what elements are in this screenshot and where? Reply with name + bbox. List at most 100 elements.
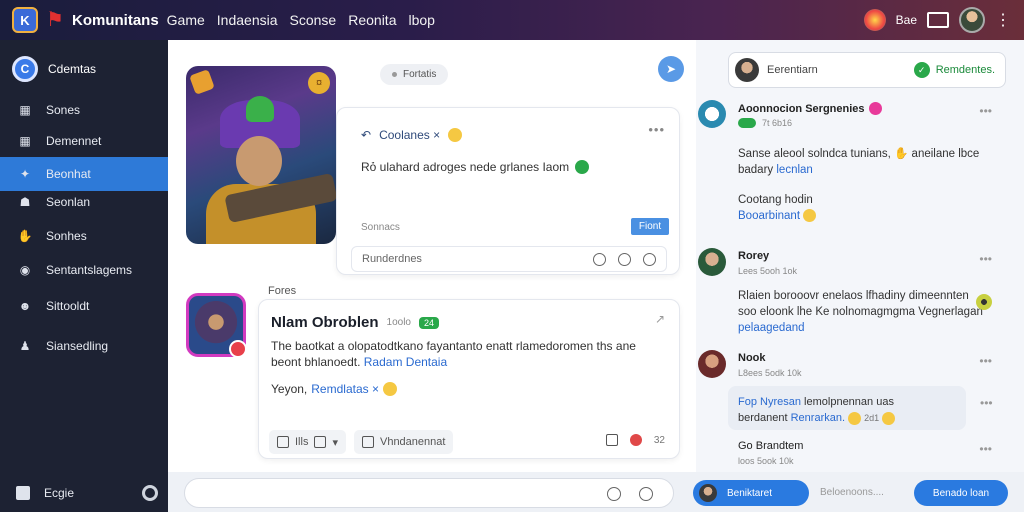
sidebar-footer[interactable]: Ecgie	[0, 474, 168, 512]
online-badge	[738, 118, 756, 128]
like-button[interactable]: Ills ▾	[269, 430, 346, 454]
comment-extra-link[interactable]: Booarbinant	[738, 210, 800, 222]
post1-footer-label: Runderdnes	[362, 253, 422, 265]
comment-button[interactable]: Vhndanennat	[353, 430, 454, 454]
user-avatar[interactable]	[959, 7, 985, 33]
nav-item-game[interactable]: Game	[167, 12, 205, 28]
bubble-link[interactable]: Fop Nyresan	[738, 396, 801, 408]
sidebar-item-label: Sittooldt	[46, 299, 90, 313]
gear-icon[interactable]	[142, 485, 158, 501]
sidebar-item-label: Sones	[46, 103, 81, 117]
reply-icon[interactable]: ↶	[361, 128, 371, 142]
shield-icon[interactable]	[618, 252, 631, 266]
comment-link[interactable]: lecnlan	[776, 164, 812, 176]
right-search-bar[interactable]: Eerentiarn ✓ Remdentes.	[728, 52, 1006, 88]
post2-link[interactable]: Radam Dentaia	[364, 355, 447, 369]
profile-icon: C	[12, 56, 38, 82]
nav-item-indonesia[interactable]: Indaensia	[217, 12, 278, 28]
search-button-label: Remdentes.	[935, 64, 995, 76]
grid-icon: ▦	[19, 103, 31, 117]
more-icon[interactable]: •••	[979, 354, 992, 368]
window-icon[interactable]	[927, 12, 949, 28]
comment-card-1: Aoonnocion Sergnenies 7t 6b16 ••• Sanse …	[698, 100, 1004, 230]
sidebar-item-siansedling[interactable]: ♟ Siansedling	[0, 329, 168, 363]
bubble-link-2[interactable]: Renrarkan.	[791, 412, 845, 424]
nav-item-reonita[interactable]: Reonita	[348, 12, 396, 28]
post2-line3-link[interactable]: Remdlatas ×	[311, 382, 379, 396]
comment-time: L8ees 5odk 10k	[738, 368, 802, 378]
comment-avatar[interactable]	[698, 100, 726, 128]
post2-avatar[interactable]	[186, 293, 247, 358]
post1-action-button[interactable]: Fiont	[631, 218, 669, 235]
game-character-image[interactable]: ¤	[186, 66, 336, 244]
sidebar-item-label: Beonhat	[46, 167, 91, 181]
emoji-icon	[976, 294, 992, 310]
more-icon[interactable]: •••	[648, 122, 665, 137]
emoji-icon	[448, 128, 463, 142]
sidebar-item-sones[interactable]: ▦ Sones	[0, 93, 168, 127]
emoji-icon	[848, 411, 862, 425]
nav-item-lbop[interactable]: lbop	[408, 12, 434, 28]
comment-avatar[interactable]	[698, 248, 726, 276]
app-logo[interactable]: K	[12, 7, 38, 33]
bubble-prefix: berdanent	[738, 412, 788, 424]
notification-badge-icon	[229, 340, 247, 358]
sidebar-item-seonlan[interactable]: ☗ Seonlan	[0, 185, 168, 219]
share-icon[interactable]: ➤	[658, 56, 684, 82]
comment-author[interactable]: Rorey	[738, 250, 769, 262]
sidebar-item-sentantslagems[interactable]: ◉ Sentantslagems	[0, 253, 168, 287]
post2-text: The baotkat a olopatodtkano fayantanto e…	[271, 338, 651, 370]
composer-input[interactable]	[184, 478, 674, 508]
footer-label: Ecgie	[44, 486, 75, 500]
chevron-down-icon: ▾	[332, 436, 338, 449]
emoji-icon	[803, 209, 817, 223]
sidebar-item-demennet[interactable]: ▦ Demennet	[0, 124, 168, 158]
comment-extra: Cootang hodin Booarbinant	[738, 192, 817, 224]
sidebar-profile[interactable]: C Cdemtas	[12, 56, 96, 82]
status-pill[interactable]: Fortatis	[380, 64, 449, 85]
close-icon[interactable]: ↗	[655, 312, 665, 326]
clock-icon[interactable]	[593, 252, 606, 266]
info-icon[interactable]	[643, 252, 656, 266]
comment-author[interactable]: Nook	[738, 352, 766, 364]
comment-avatar[interactable]	[698, 350, 726, 378]
sidebar-item-label: Siansedling	[46, 339, 109, 353]
profile-label: Cdemtas	[48, 62, 97, 76]
sidebar-item-label: Sentantslagems	[46, 263, 133, 277]
attach-icon[interactable]	[607, 487, 621, 501]
reply-bubble: Fop Nyresan lemolpnennan uas berdanent R…	[728, 386, 966, 430]
post2-author[interactable]: Nlam Obroblen	[271, 314, 379, 331]
comment-author[interactable]: Go Brandtem	[738, 440, 803, 452]
top-right-label[interactable]: Bae	[896, 13, 917, 27]
more-icon[interactable]: •••	[979, 442, 992, 456]
comment-author[interactable]: Aoonnocion Sergnenies	[738, 103, 865, 115]
check-icon: ✓	[913, 62, 930, 78]
comment-link[interactable]: pelaagedand	[738, 322, 805, 334]
comment-text-line2: soo eloonk lhe Ke nolnomagmgma Vegnerlag…	[738, 306, 983, 318]
record-icon[interactable]	[629, 434, 642, 446]
wave-icon: ✋	[894, 148, 909, 160]
more-icon[interactable]: •••	[980, 396, 993, 410]
coin-badge-icon: ¤	[308, 72, 330, 94]
thumbs-up-icon	[314, 436, 327, 448]
heart-icon	[868, 102, 882, 115]
post1-title[interactable]: Coolanes ×	[379, 128, 440, 142]
more-icon[interactable]: •••	[979, 104, 992, 118]
sidebar-item-sonhes[interactable]: ✋ Sonhes	[0, 219, 168, 253]
reply-composer-button[interactable]: Beniktaret	[693, 480, 809, 506]
reply-placeholder[interactable]: Beloenoons....	[820, 487, 884, 498]
gift-icon[interactable]	[863, 9, 886, 31]
comment-time: 7t 6b16	[762, 118, 793, 128]
warning-icon[interactable]	[605, 434, 618, 446]
search-action-button[interactable]: ✓ Remdentes.	[913, 62, 995, 78]
post1-body: Rỏ ulahard adroges nede grlanes Iaom	[361, 160, 570, 174]
sidebar-item-sittooldt[interactable]: ☻ Sittooldt	[0, 289, 168, 323]
comment-text-line1: Rlaien borooovr enelaos lfhadiny dimeenn…	[738, 290, 969, 302]
more-icon[interactable]: •••	[979, 252, 992, 266]
post1-footer-bar[interactable]: Runderdnes	[351, 246, 667, 272]
emoji-picker-icon[interactable]	[639, 487, 653, 501]
brand-title[interactable]: Komunitans	[72, 12, 159, 29]
more-icon[interactable]: ⋮	[995, 10, 1012, 30]
post-button[interactable]: Benado loan	[914, 480, 1008, 506]
nav-item-sconse[interactable]: Sconse	[290, 12, 337, 28]
